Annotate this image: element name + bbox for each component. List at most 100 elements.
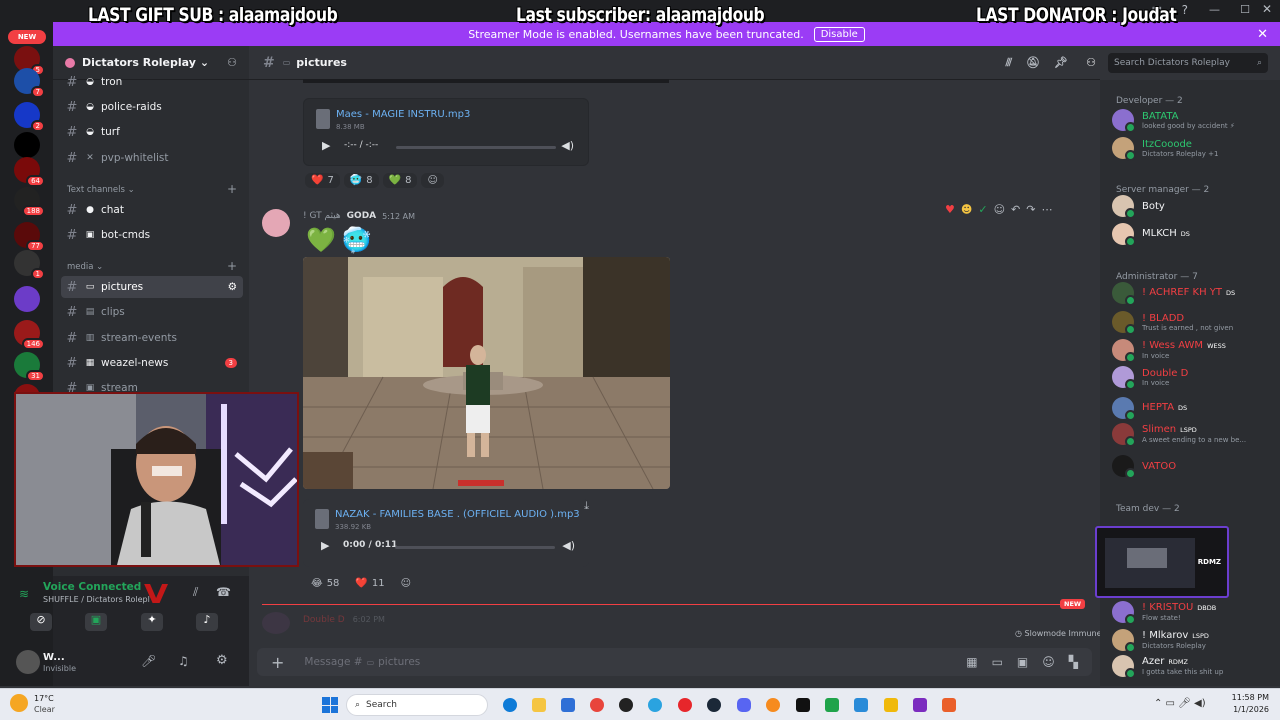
- avatar[interactable]: [1112, 282, 1136, 306]
- reaction[interactable]: ❤️ 11: [349, 576, 390, 591]
- voice-channel[interactable]: SHUFFLE / Dictators Rolepl: [43, 595, 150, 604]
- server-icon[interactable]: 1: [14, 250, 45, 280]
- audio-filename[interactable]: Maes - MAGIE INSTRU.mp3: [336, 109, 470, 120]
- reply-icon[interactable]: ↶: [1011, 203, 1020, 216]
- add-attachment-icon[interactable]: +: [271, 653, 284, 672]
- server-icon[interactable]: 64: [14, 157, 45, 187]
- message-composer[interactable]: + Message # ▭ pictures ▦ ▭ ▣ ☺ ▚: [257, 648, 1092, 676]
- reaction[interactable]: 😂 58: [305, 576, 345, 591]
- server-icon[interactable]: 146: [14, 320, 45, 350]
- audio-filename[interactable]: NAZAK - FAMILIES BASE . (OFFICIEL AUDIO …: [335, 509, 580, 520]
- taskbar-search[interactable]: ⌕ Search: [346, 694, 488, 716]
- explorer-icon[interactable]: [532, 698, 546, 712]
- close-window-icon[interactable]: ✕: [1262, 2, 1272, 16]
- member-list-icon[interactable]: ⚇: [1086, 56, 1096, 69]
- app-icon[interactable]: [884, 698, 898, 712]
- check-reaction-icon[interactable]: ✓: [978, 203, 987, 216]
- heart-reaction-icon[interactable]: ♥: [945, 203, 955, 216]
- avatar[interactable]: [1112, 423, 1136, 447]
- activities-icon[interactable]: ✦: [141, 613, 163, 631]
- forward-icon[interactable]: ↷: [1026, 203, 1035, 216]
- telegram-icon[interactable]: [648, 698, 662, 712]
- maximize-icon[interactable]: ☐: [1240, 3, 1250, 16]
- gif-icon[interactable]: ▭: [992, 655, 1003, 669]
- obs-icon[interactable]: [619, 698, 633, 712]
- add-reaction-icon[interactable]: ☺: [395, 576, 417, 591]
- user-settings-icon[interactable]: ⚙: [216, 653, 228, 668]
- steam-icon[interactable]: [707, 698, 721, 712]
- add-channel-icon[interactable]: +: [227, 259, 237, 273]
- help-icon[interactable]: ?: [1182, 3, 1188, 17]
- mic-icon[interactable]: 🎤︎: [141, 654, 156, 668]
- channel-item[interactable]: # ▤ clips: [61, 301, 243, 323]
- discord-icon[interactable]: [737, 698, 751, 712]
- server-icon[interactable]: [14, 132, 40, 158]
- avatar[interactable]: [262, 209, 290, 237]
- avatar[interactable]: [1112, 311, 1136, 335]
- more-icon[interactable]: ⋯: [1041, 203, 1052, 216]
- gift-icon[interactable]: ▦: [966, 655, 977, 669]
- weather-temp[interactable]: 17°C: [34, 694, 54, 703]
- app-icon[interactable]: [913, 698, 927, 712]
- category-media[interactable]: media ⌄: [67, 262, 103, 272]
- invite-icon[interactable]: ⚇: [227, 56, 237, 69]
- pinned-icon[interactable]: 📌︎: [1054, 56, 1068, 69]
- avatar[interactable]: [1112, 339, 1136, 363]
- app-icon[interactable]: [854, 698, 868, 712]
- firefox-icon[interactable]: [766, 698, 780, 712]
- avatar[interactable]: [1112, 137, 1136, 161]
- tray-icons[interactable]: ⌃ ▭ 🎤︎ ◀): [1154, 698, 1206, 709]
- member-item[interactable]: ! KRISTOU DBDB Flow state!: [1112, 598, 1276, 626]
- member-item[interactable]: ! BLADD Trust is earned , not given: [1112, 308, 1276, 336]
- threads-icon[interactable]: ⫻: [1005, 56, 1012, 70]
- channel-item[interactable]: # ● chat: [61, 199, 243, 221]
- server-icon[interactable]: 7: [14, 68, 45, 98]
- member-item[interactable]: Slimen LSPD A sweet ending to a new be...: [1112, 420, 1276, 448]
- channel-item[interactable]: # ▦ weazel-news 3: [61, 352, 243, 374]
- laugh-reaction-icon[interactable]: ☻: [961, 203, 972, 216]
- avatar[interactable]: [1112, 655, 1136, 679]
- minimize-icon[interactable]: —: [1209, 3, 1220, 16]
- reaction[interactable]: 🥶 8: [343, 173, 379, 188]
- member-item[interactable]: ! Mlkarov LSPD Dictators Roleplay: [1112, 626, 1276, 654]
- avatar[interactable]: [1112, 601, 1136, 625]
- server-icon[interactable]: 188: [14, 187, 45, 217]
- disable-button[interactable]: Disable: [813, 26, 865, 42]
- audio-progress[interactable]: [396, 146, 556, 149]
- disconnect-icon[interactable]: ☎: [216, 585, 231, 599]
- avatar[interactable]: [16, 650, 40, 674]
- download-icon[interactable]: ⤓: [584, 499, 589, 513]
- avatar[interactable]: [1112, 109, 1136, 133]
- channel-item[interactable]: # ◒ turf: [61, 121, 243, 143]
- camera-off-icon[interactable]: ⊘: [30, 613, 52, 631]
- member-item[interactable]: VATOO: [1112, 452, 1276, 480]
- server-icon[interactable]: [14, 286, 40, 312]
- reaction[interactable]: 💚 8: [382, 173, 418, 188]
- category-text-channels[interactable]: Text channels ⌄: [67, 185, 135, 195]
- channel-item-active[interactable]: # ▭ pictures ⚙: [61, 276, 243, 298]
- voice-status[interactable]: Voice Connected: [43, 581, 141, 593]
- member-item[interactable]: Azer RDMZ I gotta take this shit up: [1112, 652, 1276, 680]
- avatar[interactable]: [1112, 455, 1136, 479]
- reaction[interactable]: ❤️ 7: [305, 173, 340, 188]
- server-icon[interactable]: 77: [14, 222, 45, 252]
- member-item[interactable]: Double D In voice: [1112, 363, 1276, 391]
- windows-start-icon[interactable]: [322, 697, 338, 713]
- channel-item[interactable]: # ◒ police-raids: [61, 96, 243, 118]
- stream-preview[interactable]: RDMZ: [1095, 526, 1229, 598]
- channel-item[interactable]: # ✕ pvp-whitelist: [61, 147, 243, 169]
- add-reaction-icon[interactable]: ☺: [994, 203, 1005, 216]
- app-icon[interactable]: [796, 698, 810, 712]
- avatar[interactable]: [1112, 397, 1136, 421]
- add-reaction-icon[interactable]: ☺: [421, 173, 444, 188]
- member-item[interactable]: ! ACHREF KH YT DS: [1112, 279, 1276, 307]
- server-icon[interactable]: 2: [14, 102, 45, 132]
- avatar[interactable]: [1112, 223, 1136, 247]
- sticker-icon[interactable]: ▣: [1017, 655, 1028, 669]
- channel-item[interactable]: # ▣ bot-cmds: [61, 224, 243, 246]
- avatar[interactable]: [1112, 366, 1136, 390]
- member-item[interactable]: Boty: [1112, 192, 1276, 220]
- channel-item[interactable]: # ◒ tron: [61, 71, 243, 93]
- search-input[interactable]: Search Dictators Roleplay ⌕: [1108, 53, 1268, 73]
- member-item[interactable]: HEPTA DS: [1112, 394, 1276, 422]
